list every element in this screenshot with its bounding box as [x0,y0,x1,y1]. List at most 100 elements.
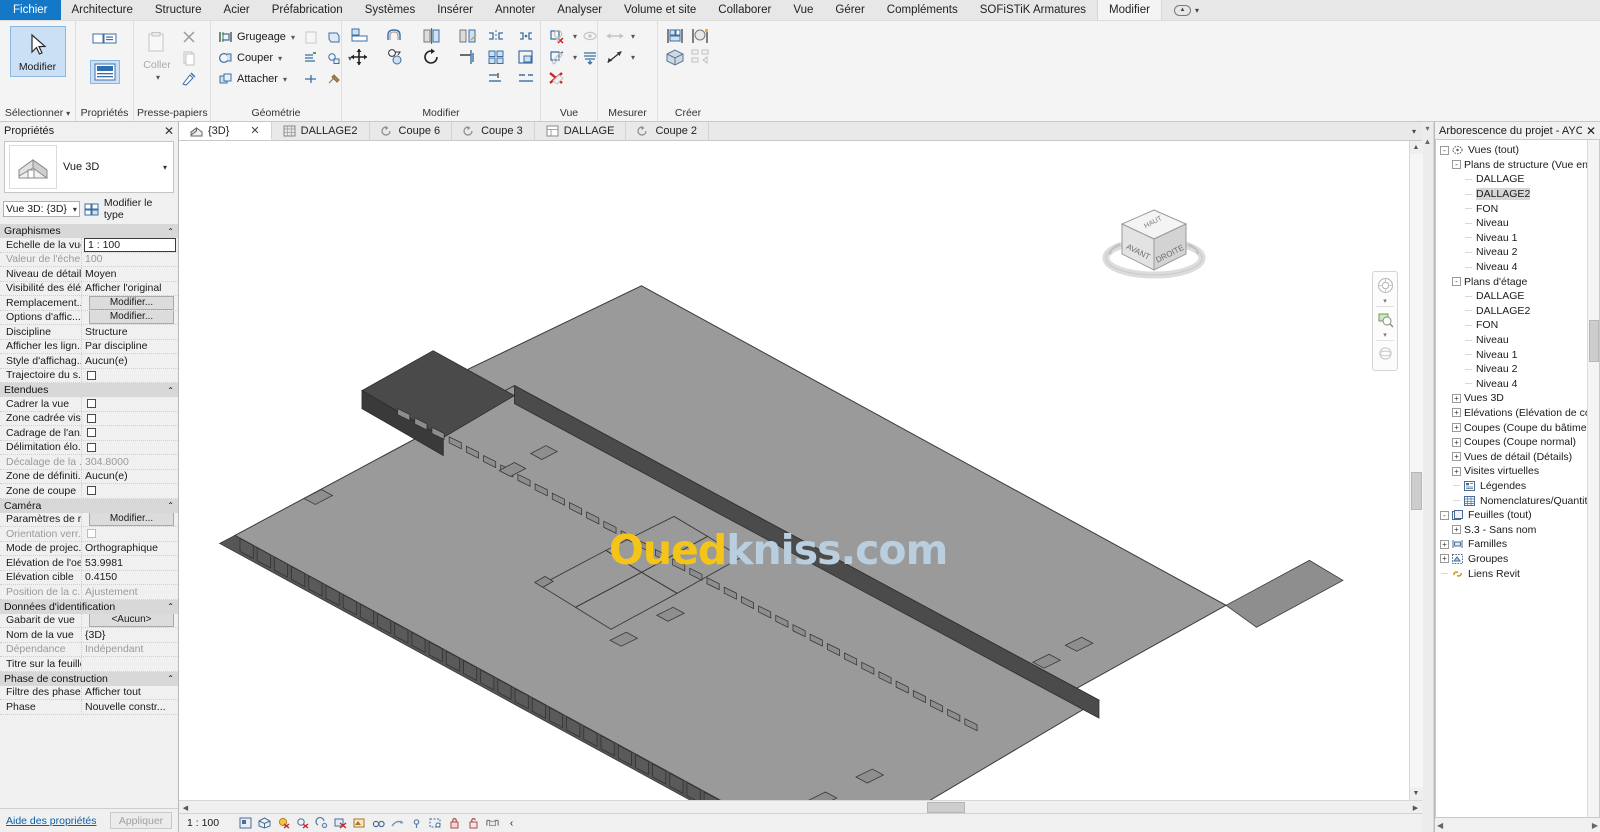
ribbon-tab-annoter[interactable]: Annoter [484,0,546,20]
property-group-etendues[interactable]: Etendues ⌃ [0,383,178,397]
ribbon-tab-analyser[interactable]: Analyser [546,0,613,20]
ribbon-tab-inserer[interactable]: Insérer [426,0,484,20]
canvas-horizontal-scrollbar[interactable]: ◀ ▶ [179,800,1422,814]
view-scale-label[interactable]: 1 : 100 [187,817,239,829]
property-value[interactable]: Par discipline [82,340,178,354]
ribbon-tab-prefabrication[interactable]: Préfabrication [261,0,354,20]
mirror-icon[interactable] [485,26,507,46]
property-group-camera[interactable]: Caméra ⌃ [0,498,178,513]
chevron-down-icon[interactable]: ▾ [571,53,577,62]
tree-node[interactable]: — DALLAGE [1436,289,1599,304]
property-row[interactable]: Niveau de détail Moyen [0,267,178,282]
tree-node[interactable]: + Familles [1436,537,1599,552]
property-value[interactable]: 53.9981 [82,556,178,570]
glasses-icon[interactable] [372,817,385,830]
mirror-pick-axis-icon[interactable] [421,26,443,46]
doc-tab-dallage[interactable]: DALLAGE [535,122,627,140]
create-similar-icon[interactable] [664,26,686,46]
modify-button[interactable]: Modifier... [88,296,175,310]
doc-tab-coupe-3[interactable]: Coupe 3 [452,122,535,140]
property-value[interactable]: Modifier... [82,296,178,310]
ribbon-tab-complements[interactable]: Compléments [876,0,969,20]
property-row[interactable]: Discipline Structure [0,325,178,340]
property-value[interactable]: Modifier... [82,310,178,324]
property-row[interactable]: Remplacement... Modifier... [0,296,178,311]
properties-help-link[interactable]: Aide des propriétés [6,815,96,827]
expand-icon[interactable]: + [1452,466,1461,476]
3dbox-icon[interactable] [258,817,271,830]
measure-between-icon[interactable] [604,26,626,46]
paste-button[interactable]: Coller ▾ [137,25,177,85]
close-icon[interactable]: ✕ [250,124,259,137]
property-value[interactable] [82,657,178,671]
property-row[interactable]: Cadrer la vue [0,397,178,412]
hide-element-icon[interactable] [547,26,569,46]
expand-icon[interactable]: + [1452,452,1461,462]
tree-node[interactable]: — Niveau 2 [1436,245,1599,260]
ribbon-tab-vue[interactable]: Vue [782,0,824,20]
split-with-gap-icon[interactable] [515,68,537,88]
properties-tool-button[interactable] [79,26,130,87]
expand-icon[interactable]: + [1452,437,1461,447]
ribbon-tab-architecture[interactable]: Architecture [61,0,144,20]
chevron-down-icon[interactable]: ▾ [163,163,169,172]
chevron-down-icon[interactable]: ▾ [1383,297,1387,305]
edit-family-icon[interactable] [689,26,711,46]
property-row[interactable]: Echelle de la vue 1 : 100 [0,238,178,253]
shadow-icon[interactable] [315,817,328,830]
property-value[interactable]: {3D} [82,628,178,642]
expand-icon[interactable]: + [1452,408,1461,418]
ribbon-tab-sofistik-armatures[interactable]: SOFiSTiK Armatures [969,0,1097,20]
property-value[interactable]: <Aucun> [82,613,178,627]
ribbon-tab-acier[interactable]: Acier [213,0,261,20]
scroll-thumb[interactable] [927,802,965,813]
checkbox[interactable] [87,486,96,496]
view-cube[interactable]: HAUT AVANT DROITE [1094,196,1214,296]
unlock-icon[interactable] [467,817,480,830]
property-value[interactable]: Aucun(e) [82,354,178,368]
tree-node[interactable]: — FON [1436,201,1599,216]
checkbox[interactable] [87,399,96,409]
scroll-down-icon[interactable]: ▼ [1409,787,1423,800]
hide-x-icon[interactable] [277,817,290,830]
tree-node[interactable]: — Liens Revit [1436,566,1599,581]
scroll-up-icon[interactable]: ▲ [1409,141,1423,154]
reveal-icon[interactable] [429,817,442,830]
type-preview-box[interactable]: Vue 3D ▾ [4,141,174,193]
tree-node[interactable]: — Niveau 1 [1436,231,1599,246]
tree-node[interactable]: - Vues (tout) [1436,143,1599,158]
property-row[interactable]: Options d'affic... Modifier... [0,310,178,325]
eraser-icon[interactable] [547,68,569,88]
ribbon-tab-collaborer[interactable]: Collaborer [707,0,782,20]
attacher-button[interactable]: Attacher ▾ [214,69,297,89]
property-row[interactable]: Elévation de l'oeil 53.9981 [0,556,178,571]
property-value[interactable]: Modifier... [82,512,178,526]
pin-icon[interactable] [410,817,423,830]
scroll-left-icon[interactable]: ◀ [1437,821,1443,830]
scroll-thumb[interactable] [1589,320,1599,362]
tree-node[interactable]: — DALLAGE2 [1436,304,1599,319]
collapse-icon[interactable]: - [1440,145,1449,155]
array-icon[interactable] [485,47,507,67]
scroll-track[interactable] [192,801,1409,813]
ribbon-tab-structure[interactable]: Structure [144,0,213,20]
ribbon-tab-volume-et-site[interactable]: Volume et site [613,0,707,20]
checkbox[interactable] [87,428,96,438]
navigation-bar[interactable]: ▾ ▾ [1372,271,1398,371]
property-value[interactable]: Moyen [82,267,178,281]
document-tab-overflow-icon[interactable]: ▾ [1406,122,1422,140]
tree-node[interactable]: + Visites virtuelles [1436,464,1599,479]
expand-icon[interactable]: + [1440,554,1449,564]
property-value[interactable]: 0.4150 [82,571,178,585]
property-row[interactable]: Afficher les lign... Par discipline [0,339,178,354]
browser-scrollbar[interactable] [1587,140,1599,817]
property-row[interactable]: Mode de projec... Orthographique [0,541,178,556]
type-selector-combo[interactable]: Vue 3D: {3D} ▾ [3,201,80,217]
expand-icon[interactable]: + [1440,539,1449,549]
tree-node[interactable]: — Niveau [1436,333,1599,348]
assembly-icon[interactable] [689,47,711,67]
lock-icon[interactable] [448,817,461,830]
modify-tool-button[interactable]: Modifier [9,26,66,77]
section-box-icon[interactable] [486,817,499,830]
tree-node[interactable]: — Niveau 1 [1436,347,1599,362]
